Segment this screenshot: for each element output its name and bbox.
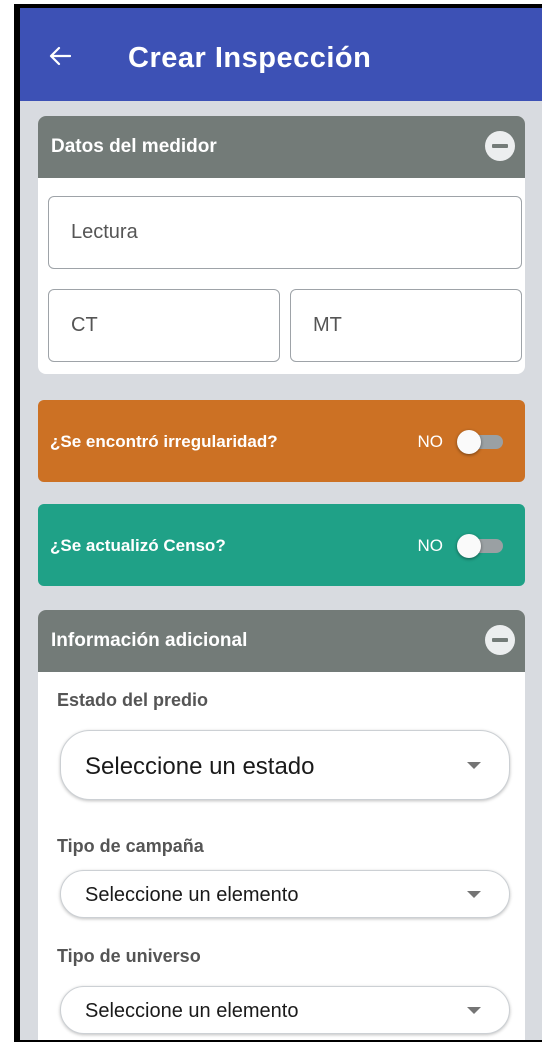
- irregularity-toggle[interactable]: [457, 430, 505, 454]
- census-banner: ¿Se actualizó Censo? NO: [38, 504, 525, 586]
- estado-label: Estado del predio: [57, 690, 209, 710]
- campana-select[interactable]: Seleccione un elemento: [60, 870, 510, 918]
- page-title: Crear Inspección: [128, 42, 372, 74]
- universo-select-value: Seleccione un elemento: [85, 1000, 299, 1022]
- toggle-knob: [457, 534, 481, 558]
- meter-data-card: Datos del medidor Lectura CT MT: [38, 116, 525, 374]
- minus-circle-icon[interactable]: [485, 625, 515, 655]
- app-bar: Crear Inspección: [20, 8, 542, 101]
- chevron-down-icon: [467, 1007, 481, 1014]
- irregularity-banner: ¿Se encontró irregularidad? NO: [38, 400, 525, 482]
- ct-placeholder: CT: [71, 314, 98, 336]
- lectura-placeholder: Lectura: [71, 221, 138, 243]
- additional-info-header[interactable]: Información adicional: [38, 610, 525, 672]
- lectura-field[interactable]: Lectura: [48, 196, 522, 269]
- meter-data-header[interactable]: Datos del medidor: [38, 116, 525, 178]
- campana-label: Tipo de campaña: [57, 836, 204, 856]
- chevron-down-icon: [467, 762, 481, 769]
- back-button[interactable]: [40, 36, 80, 76]
- chevron-down-icon: [467, 891, 481, 898]
- irregularity-state: NO: [417, 432, 444, 451]
- universo-label: Tipo de universo: [57, 946, 201, 966]
- census-state: NO: [417, 536, 444, 555]
- app-screen: Crear Inspección Datos del medidor Lectu…: [20, 8, 542, 1040]
- universo-select[interactable]: Seleccione un elemento: [60, 986, 510, 1034]
- device-frame: Crear Inspección Datos del medidor Lectu…: [14, 4, 542, 1042]
- estado-select-value: Seleccione un estado: [85, 753, 315, 780]
- additional-info-card: Información adicional Estado del predio …: [38, 610, 525, 1040]
- campana-select-value: Seleccione un elemento: [85, 884, 299, 906]
- mt-field[interactable]: MT: [290, 289, 522, 362]
- ct-field[interactable]: CT: [48, 289, 280, 362]
- mt-placeholder: MT: [313, 314, 342, 336]
- census-toggle[interactable]: [457, 534, 505, 558]
- estado-select[interactable]: Seleccione un estado: [60, 730, 510, 800]
- census-label: ¿Se actualizó Censo?: [50, 536, 226, 555]
- meter-data-title: Datos del medidor: [51, 136, 217, 157]
- additional-info-title: Información adicional: [51, 630, 248, 651]
- arrow-left-icon: [49, 46, 71, 66]
- toggle-knob: [457, 430, 481, 454]
- irregularity-label: ¿Se encontró irregularidad?: [50, 432, 278, 451]
- minus-circle-icon[interactable]: [485, 131, 515, 161]
